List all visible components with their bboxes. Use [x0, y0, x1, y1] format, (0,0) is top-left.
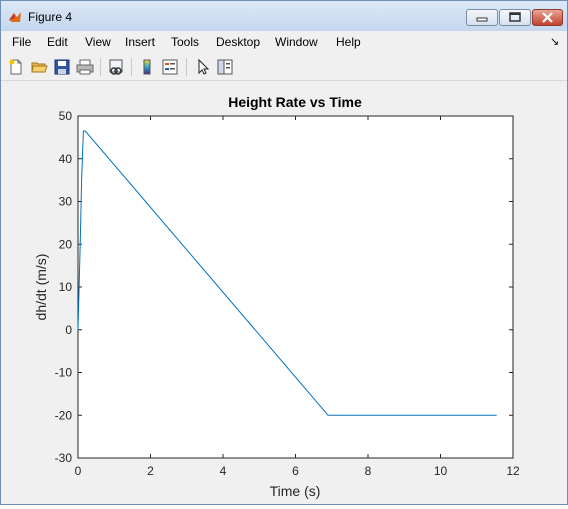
- axes-box: [77, 115, 514, 459]
- title-bar[interactable]: Figure 4: [1, 1, 567, 31]
- y-tick-label: -30: [55, 451, 73, 465]
- menu-help[interactable]: Help: [336, 35, 361, 49]
- matlab-icon: [9, 12, 21, 22]
- y-axis-label: dh/dt (m/s): [33, 254, 49, 321]
- y-tick-label: 0: [65, 323, 72, 337]
- property-editor-icon[interactable]: [216, 58, 234, 76]
- figure-area: Height Rate vs Time Time (s) dh/dt (m/s)…: [1, 81, 567, 504]
- menu-file[interactable]: File: [12, 35, 31, 49]
- y-tick-label: 40: [59, 152, 73, 166]
- toolbar-separator: [186, 58, 187, 76]
- plot-canvas: Height Rate vs Time Time (s) dh/dt (m/s)…: [33, 94, 520, 499]
- y-tick-label: -10: [55, 366, 73, 380]
- menu-tools[interactable]: Tools: [171, 35, 199, 49]
- link-plot-icon[interactable]: [107, 58, 125, 76]
- menu-bar: File Edit View Insert Tools Desktop Wind…: [1, 31, 567, 53]
- close-button[interactable]: [532, 9, 563, 26]
- menu-view[interactable]: View: [85, 35, 111, 49]
- figure-window: Figure 4 File Edit View Insert Tools Des…: [0, 0, 568, 505]
- open-file-icon[interactable]: [30, 58, 48, 76]
- x-axis-label: Time (s): [270, 483, 321, 499]
- minimize-button[interactable]: [466, 9, 498, 26]
- menu-edit[interactable]: Edit: [47, 35, 68, 49]
- menu-window[interactable]: Window: [275, 35, 318, 49]
- menu-insert[interactable]: Insert: [125, 35, 155, 49]
- x-tick-label: 2: [147, 464, 154, 478]
- colorbar-icon[interactable]: [138, 58, 156, 76]
- y-tick-label: 50: [59, 109, 73, 123]
- save-icon[interactable]: [53, 58, 71, 76]
- y-tick-label: 20: [59, 237, 73, 251]
- legend-icon[interactable]: [161, 58, 179, 76]
- x-tick-label: 0: [75, 464, 82, 478]
- y-tick-label: 30: [59, 195, 73, 209]
- toolbar-separator: [131, 58, 132, 76]
- x-tick-label: 4: [220, 464, 227, 478]
- new-figure-icon[interactable]: [7, 58, 25, 76]
- x-tick-label: 12: [506, 464, 520, 478]
- window-title: Figure 4: [28, 10, 73, 24]
- toolbar-separator: [100, 58, 101, 76]
- maximize-button[interactable]: [499, 9, 531, 26]
- chart-title: Height Rate vs Time: [228, 94, 362, 110]
- menu-desktop[interactable]: Desktop: [216, 35, 260, 49]
- print-icon[interactable]: [76, 58, 94, 76]
- x-tick-label: 8: [365, 464, 372, 478]
- y-tick-label: -20: [55, 408, 73, 422]
- minimize-icon: [476, 17, 488, 22]
- toolbar: [1, 53, 567, 81]
- maximize-icon: [509, 12, 521, 22]
- x-tick-label: 10: [434, 464, 448, 478]
- close-icon: [542, 12, 553, 23]
- x-tick-label: 6: [292, 464, 299, 478]
- dock-arrow-icon[interactable]: ↘: [550, 35, 559, 48]
- pointer-icon[interactable]: [194, 58, 212, 76]
- y-tick-label: 10: [59, 280, 73, 294]
